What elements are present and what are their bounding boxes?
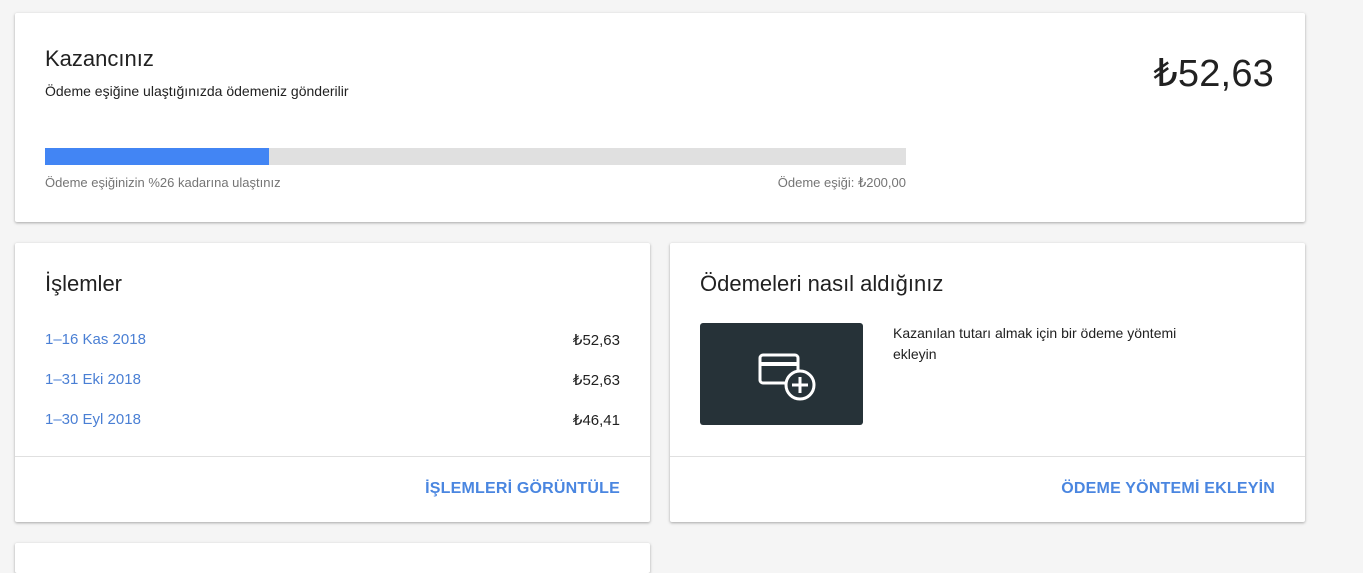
transactions-list: 1–16 Kas 2018 ₺52,63 1–31 Eki 2018 ₺52,6…	[45, 331, 620, 451]
threshold-label: Ödeme eşiği: ₺200,00	[777, 175, 906, 190]
transaction-amount: ₺46,41	[572, 412, 620, 429]
card-divider	[670, 456, 1305, 457]
earnings-title: Kazancınız	[45, 46, 154, 71]
progress-bar-fill	[45, 148, 269, 165]
transaction-row: 1–16 Kas 2018 ₺52,63	[45, 331, 620, 371]
transaction-row: 1–30 Eyl 2018 ₺46,41	[45, 411, 620, 451]
earnings-amount: ₺52,63	[1153, 53, 1274, 95]
transaction-period-link[interactable]: 1–31 Eki 2018	[45, 371, 141, 411]
add-payment-method-button[interactable]: ÖDEME YÖNTEMİ EKLEYİN	[1061, 480, 1275, 498]
add-card-icon	[758, 353, 816, 401]
transaction-amount: ₺52,63	[572, 332, 620, 349]
view-transactions-button[interactable]: İŞLEMLERİ GÖRÜNTÜLE	[425, 480, 620, 498]
add-payment-method-tile[interactable]	[700, 323, 863, 425]
earnings-subtitle: Ödeme eşiğine ulaştığınızda ödemeniz gön…	[45, 83, 349, 99]
transactions-card: İşlemler 1–16 Kas 2018 ₺52,63 1–31 Eki 2…	[15, 243, 650, 522]
transaction-amount: ₺52,63	[572, 372, 620, 389]
transaction-period-link[interactable]: 1–16 Kas 2018	[45, 331, 146, 371]
payment-method-description: Kazanılan tutarı almak için bir ödeme yö…	[893, 325, 1177, 362]
partial-card	[15, 543, 650, 573]
payments-title: Ödemeleri nasıl aldığınız	[700, 271, 944, 296]
earnings-card: Kazancınız Ödeme eşiğine ulaştığınızda ö…	[15, 13, 1305, 222]
card-divider	[15, 456, 650, 457]
transaction-period-link[interactable]: 1–30 Eyl 2018	[45, 411, 141, 451]
transactions-title: İşlemler	[45, 271, 123, 296]
payment-methods-card: Ödemeleri nasıl aldığınız Kazanılan tuta…	[670, 243, 1305, 522]
payment-threshold-progress-bar	[45, 148, 906, 165]
transaction-row: 1–31 Eki 2018 ₺52,63	[45, 371, 620, 411]
